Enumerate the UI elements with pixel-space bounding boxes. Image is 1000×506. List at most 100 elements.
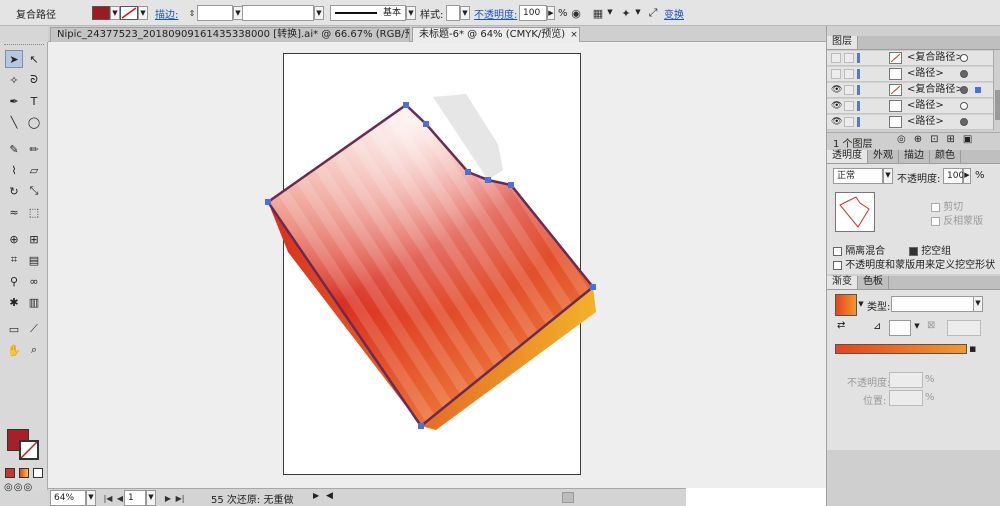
reverse-gradient-icon[interactable]: ⇄ bbox=[837, 320, 845, 331]
gradient-type-dropdown[interactable]: ▼ bbox=[973, 296, 983, 312]
eye-icon[interactable]: 👁 bbox=[831, 101, 842, 111]
eye-hidden-icon[interactable] bbox=[831, 69, 841, 79]
delete-stop-icon[interactable]: ▪ bbox=[969, 342, 976, 355]
variable-width-control[interactable]: ▼ bbox=[242, 4, 324, 22]
knockout-group-checkbox[interactable] bbox=[909, 246, 918, 256]
zoom-input[interactable]: 64% bbox=[50, 490, 86, 506]
lasso-tool[interactable]: ᘐ bbox=[25, 71, 43, 89]
transform-link[interactable]: 变换 bbox=[664, 4, 684, 22]
slice-tool[interactable]: ⟋ bbox=[25, 320, 43, 338]
variable-width-dropdown[interactable]: ▼ bbox=[314, 6, 324, 20]
align-dropdown-arrow[interactable]: ▼ bbox=[606, 6, 614, 20]
clip-option[interactable]: 剪切 bbox=[931, 198, 963, 213]
gradient-preset-dropdown[interactable]: ▼ bbox=[857, 298, 865, 312]
artwork[interactable] bbox=[48, 42, 826, 488]
recolor-artwork-button[interactable]: ◉ bbox=[568, 4, 584, 22]
line-tool[interactable]: ╲ bbox=[5, 113, 23, 131]
warp-tool[interactable]: ≈ bbox=[5, 203, 23, 221]
paintbrush-tool[interactable]: ✎ bbox=[5, 140, 23, 158]
stroke-color-box[interactable] bbox=[19, 440, 39, 460]
anchor-point[interactable] bbox=[465, 169, 471, 175]
stroke-dropdown-arrow[interactable]: ▼ bbox=[138, 6, 148, 20]
gradient-angle-input[interactable] bbox=[889, 320, 911, 336]
status-menu-arrow[interactable]: ▶ bbox=[313, 491, 319, 500]
target-circle-icon[interactable] bbox=[960, 86, 968, 94]
blob-brush-tool[interactable]: ⌇ bbox=[5, 161, 23, 179]
pen-tool[interactable]: ✒ bbox=[5, 92, 23, 110]
layers-footer-icons[interactable]: ◎⊕⊡⊞▣ bbox=[897, 134, 980, 145]
transparency-opacity-input[interactable]: 100 bbox=[943, 168, 964, 184]
anchor-point[interactable] bbox=[508, 182, 514, 188]
invert-mask-checkbox[interactable] bbox=[931, 216, 940, 226]
gradient-mode-button[interactable] bbox=[19, 468, 29, 478]
symbol-sprayer-tool[interactable]: ✱ bbox=[5, 293, 23, 311]
isolate-dropdown-arrow[interactable]: ▼ bbox=[634, 6, 642, 20]
anchor-point[interactable] bbox=[265, 199, 271, 205]
graphic-style-swatch[interactable] bbox=[446, 5, 460, 21]
align-options-button[interactable]: ▦ ▼ bbox=[590, 4, 614, 22]
isolate-blending-checkbox[interactable] bbox=[833, 246, 842, 256]
graphic-style-control[interactable]: ▼ bbox=[446, 4, 470, 22]
transform-icon-button[interactable]: ⤢ bbox=[645, 4, 661, 22]
shape-builder-tool[interactable]: ⊕ bbox=[5, 230, 23, 248]
selection-tool[interactable]: ➤ bbox=[5, 50, 23, 68]
tab-stroke[interactable]: 描边 bbox=[899, 150, 930, 163]
opacity-mask-option[interactable]: 不透明度和蒙版用来定义挖空形状 bbox=[833, 256, 995, 271]
anchor-point[interactable] bbox=[423, 121, 429, 127]
variable-width-field[interactable] bbox=[242, 5, 314, 21]
blend-tool[interactable]: ∞ bbox=[25, 272, 43, 290]
tab-transparency[interactable]: 透明度 bbox=[827, 150, 868, 163]
gradient-slider-bar[interactable] bbox=[835, 344, 967, 354]
rotate-tool[interactable]: ↻ bbox=[5, 182, 23, 200]
artboard-dropdown[interactable]: ▼ bbox=[146, 490, 156, 506]
eyedropper-tool[interactable]: ⚲ bbox=[5, 272, 23, 290]
blend-mode-dropdown[interactable]: ▼ bbox=[883, 168, 893, 184]
gradient-angle-dropdown[interactable]: ▼ bbox=[913, 320, 921, 336]
zoom-tool[interactable]: ⌕ bbox=[25, 341, 43, 359]
color-mode-button[interactable] bbox=[5, 468, 15, 478]
gradient-location-input[interactable] bbox=[889, 390, 923, 406]
fill-color-swatch[interactable] bbox=[92, 6, 110, 20]
none-mode-button[interactable] bbox=[33, 468, 43, 478]
isolate-button[interactable]: ✦ ▼ bbox=[618, 4, 642, 22]
stroke-none-swatch[interactable] bbox=[120, 6, 138, 20]
opacity-dropdown[interactable]: ▶ bbox=[547, 6, 555, 20]
close-icon[interactable]: × bbox=[570, 30, 578, 40]
tab-gradient[interactable]: 渐变 bbox=[827, 276, 858, 289]
horizontal-scroll-thumb[interactable] bbox=[562, 492, 574, 503]
target-circle-icon[interactable] bbox=[960, 70, 968, 78]
eye-icon[interactable]: 👁 bbox=[831, 117, 842, 127]
layers-scroll-thumb[interactable] bbox=[995, 90, 1000, 120]
target-circle-icon[interactable] bbox=[960, 54, 968, 62]
stepper-icon[interactable]: ⇕ bbox=[187, 5, 197, 21]
anchor-point[interactable] bbox=[418, 423, 424, 429]
knockout-group-option[interactable]: 挖空组 bbox=[909, 242, 951, 257]
fill-swatch-control[interactable]: ▼ bbox=[92, 4, 120, 22]
lock-toggle[interactable] bbox=[844, 117, 854, 127]
lock-toggle[interactable] bbox=[844, 53, 854, 63]
clip-checkbox[interactable] bbox=[931, 202, 940, 212]
tab-color[interactable]: 颜色 bbox=[930, 150, 961, 163]
toolbox-grip[interactable] bbox=[4, 44, 44, 47]
lock-toggle[interactable] bbox=[844, 85, 854, 95]
lock-toggle[interactable] bbox=[844, 69, 854, 79]
type-tool[interactable]: T bbox=[25, 92, 43, 110]
target-circle-icon[interactable] bbox=[960, 118, 968, 126]
last-artboard-icon[interactable]: ▶| bbox=[172, 490, 188, 506]
gradient-type-select[interactable] bbox=[891, 296, 983, 312]
layer-row[interactable]: <路径> bbox=[827, 67, 993, 82]
perspective-tool[interactable]: ⊞ bbox=[25, 230, 43, 248]
opacity-mask-checkbox[interactable] bbox=[833, 260, 842, 270]
brush-definition-field[interactable]: 基本 bbox=[330, 5, 406, 21]
eye-hidden-icon[interactable] bbox=[831, 53, 841, 63]
stroke-weight-input[interactable] bbox=[197, 5, 233, 21]
drawing-mode-icons[interactable]: ◎◎◎ bbox=[4, 482, 33, 493]
gradient-opacity-input[interactable] bbox=[889, 372, 923, 388]
gradient-preview-swatch[interactable] bbox=[835, 294, 857, 316]
artboard-number-input[interactable]: 1 bbox=[124, 490, 146, 506]
document-tab-untitled[interactable]: 未标题-6* @ 64% (CMYK/预览) × bbox=[412, 27, 580, 42]
lock-toggle[interactable] bbox=[844, 101, 854, 111]
stroke-weight-control[interactable]: ⇕ ▼ bbox=[187, 4, 243, 22]
anchor-point[interactable] bbox=[590, 284, 596, 290]
tab-swatches[interactable]: 色板 bbox=[858, 276, 889, 289]
